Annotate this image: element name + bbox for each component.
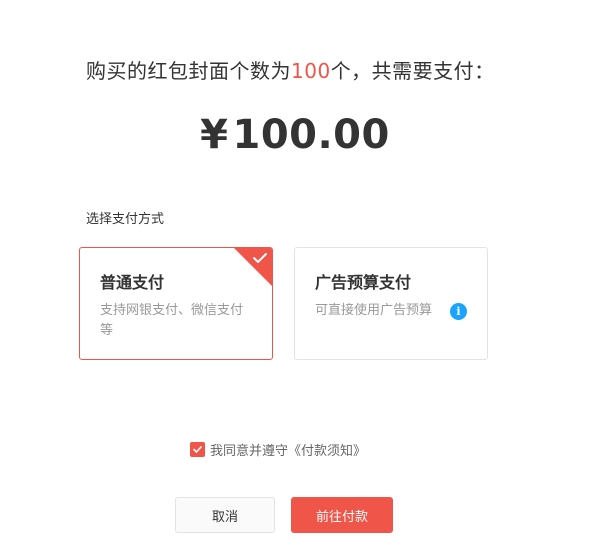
cover-count: 100 [291,59,331,83]
agreement-row: 我同意并遵守 《付款须知》 [190,440,366,459]
payment-option-desc: 支持网银支付、微信支付等 [100,303,244,338]
amount-value: 100.00 [232,112,390,158]
payment-dialog: 购买的红包封面个数为100个，共需要支付： ¥100.00 选择支付方式 普通支… [0,0,590,547]
total-amount: ¥100.00 [0,112,590,158]
payment-method-label: 选择支付方式 [86,212,165,227]
payment-terms-link[interactable]: 《付款须知》 [288,440,366,459]
payment-option-normal[interactable]: 普通支付 支持网银支付、微信支付等 [79,247,273,360]
payment-option-title: 普通支付 [100,273,165,292]
checkmark-icon [193,446,202,453]
summary-suffix: 个，共需要支付： [330,59,495,83]
purchase-summary: 购买的红包封面个数为100个，共需要支付： [86,55,495,84]
agreement-text: 我同意并遵守 [210,444,289,459]
payment-option-ad-budget[interactable]: 广告预算支付 可直接使用广告预算 i [294,247,488,360]
summary-prefix: 购买的红包封面个数为 [86,59,291,83]
payment-option-title: 广告预算支付 [315,273,412,292]
info-icon[interactable]: i [450,303,467,320]
currency-symbol: ¥ [200,112,229,158]
go-to-pay-button[interactable]: 前往付款 [291,497,393,533]
selected-check-icon [234,248,272,286]
payment-option-desc: 可直接使用广告预算 [315,303,433,318]
agree-checkbox[interactable] [190,442,205,457]
cancel-button[interactable]: 取消 [175,497,275,533]
